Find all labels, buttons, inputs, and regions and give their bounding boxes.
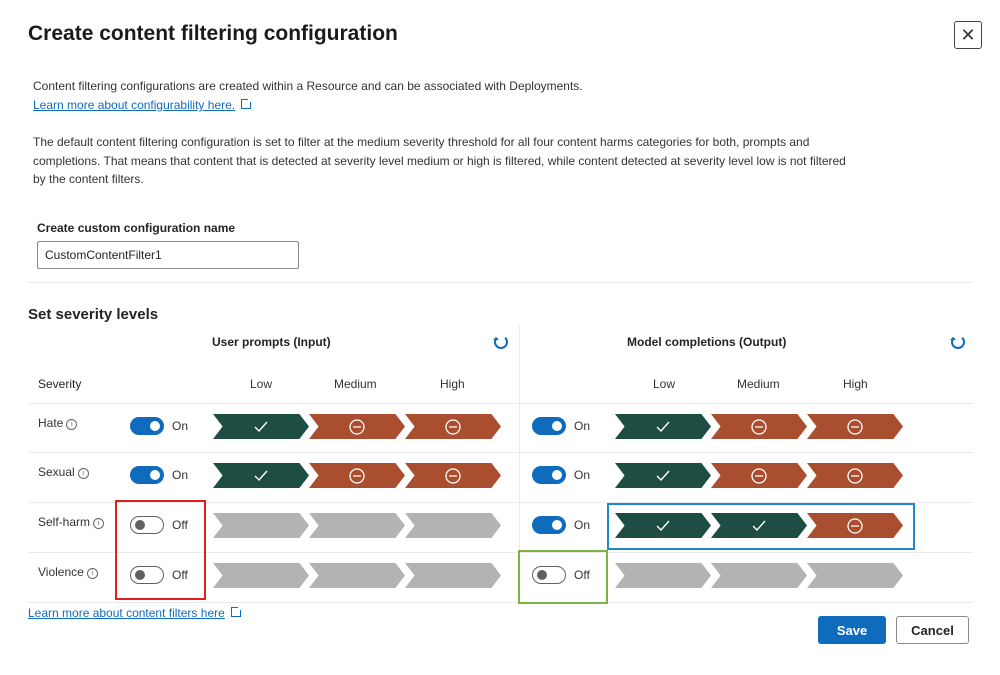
block-icon: [751, 467, 767, 484]
output-medium-threshold[interactable]: [711, 563, 807, 588]
severity-row-label: Violence i: [38, 565, 98, 579]
external-link-icon: [230, 606, 242, 617]
output-toggle[interactable]: On: [532, 417, 590, 435]
save-button[interactable]: Save: [818, 616, 886, 644]
output-level-medium: Medium: [737, 377, 780, 391]
info-icon[interactable]: i: [86, 568, 98, 579]
input-low-threshold[interactable]: [213, 563, 309, 588]
input-high-threshold[interactable]: [405, 563, 501, 588]
row-divider: [28, 452, 973, 453]
intro-text: Content filtering configurations are cre…: [33, 79, 583, 93]
toggle-label: On: [574, 518, 591, 532]
toggle-knob: [552, 520, 562, 530]
block-icon: [847, 418, 863, 435]
toggle-switch[interactable]: [532, 417, 566, 435]
info-icon[interactable]: i: [77, 468, 89, 479]
output-toggle[interactable]: On: [532, 466, 590, 484]
block-icon: [445, 467, 461, 484]
input-level-low: Low: [250, 377, 273, 391]
reset-output-icon[interactable]: [950, 335, 965, 349]
input-medium-threshold[interactable]: [309, 513, 405, 538]
divider: [28, 282, 972, 283]
output-low-threshold[interactable]: [615, 563, 711, 588]
output-low-threshold[interactable]: [615, 463, 711, 488]
input-level-high: High: [440, 377, 465, 391]
reset-input-icon[interactable]: [493, 335, 508, 349]
output-level-low: Low: [653, 377, 676, 391]
output-low-threshold[interactable]: [615, 414, 711, 439]
config-name-label: Create custom configuration name: [37, 221, 236, 235]
configurability-link[interactable]: Learn more about configurability here.: [33, 98, 235, 112]
input-column-header: User prompts (Input): [212, 335, 331, 349]
toggle-switch[interactable]: [532, 466, 566, 484]
output-medium-threshold[interactable]: [711, 463, 807, 488]
toggle-knob: [150, 421, 160, 431]
block-icon: [445, 418, 461, 435]
toggle-switch[interactable]: [130, 417, 164, 435]
toggle-label: On: [172, 419, 189, 433]
input-high-threshold[interactable]: [405, 414, 501, 439]
toggle-knob: [552, 421, 562, 431]
dialog-title: Create content filtering configuration: [28, 22, 398, 45]
category-name: Sexual: [38, 465, 75, 479]
block-icon: [349, 467, 365, 484]
input-medium-threshold[interactable]: [309, 414, 405, 439]
violence-output-highlight: [518, 550, 608, 604]
toggle-label: On: [172, 468, 189, 482]
severity-column-label: Severity: [38, 377, 82, 391]
input-level-medium: Medium: [334, 377, 377, 391]
severity-row-label: Self-harm i: [38, 515, 105, 529]
input-medium-threshold[interactable]: [309, 563, 405, 588]
severity-heading: Set severity levels: [28, 306, 159, 323]
block-icon: [847, 467, 863, 484]
input-low-threshold[interactable]: [213, 513, 309, 538]
toggle-label: On: [574, 419, 591, 433]
close-button[interactable]: ✕: [954, 21, 982, 49]
toggle-switch[interactable]: [532, 516, 566, 534]
row-divider: [28, 602, 973, 603]
description-text: The default content filtering configurat…: [33, 135, 846, 186]
output-toggle[interactable]: On: [532, 516, 590, 534]
config-name-input[interactable]: [37, 241, 299, 269]
severity-row-label: Hate i: [38, 416, 78, 430]
input-high-threshold[interactable]: [405, 463, 501, 488]
output-high-threshold[interactable]: [807, 414, 903, 439]
output-level-high: High: [843, 377, 868, 391]
check-icon: [254, 470, 268, 481]
check-icon: [254, 421, 268, 432]
input-toggle[interactable]: On: [130, 466, 188, 484]
output-high-threshold[interactable]: [807, 463, 903, 488]
input-low-threshold[interactable]: [213, 414, 309, 439]
info-icon[interactable]: i: [66, 419, 78, 430]
output-high-threshold[interactable]: [807, 563, 903, 588]
input-medium-threshold[interactable]: [309, 463, 405, 488]
self-harm-output-highlight: [607, 503, 915, 550]
cancel-button[interactable]: Cancel: [896, 616, 969, 644]
category-name: Violence: [38, 565, 84, 579]
severity-row-label: Sexual i: [38, 465, 89, 479]
category-name: Self-harm: [38, 515, 91, 529]
content-filters-link[interactable]: Learn more about content filters here: [28, 606, 225, 620]
input-off-highlight: [115, 500, 206, 600]
external-link-icon: [241, 98, 253, 109]
toggle-knob: [150, 470, 160, 480]
output-medium-threshold[interactable]: [711, 414, 807, 439]
input-low-threshold[interactable]: [213, 463, 309, 488]
block-icon: [349, 418, 365, 435]
input-high-threshold[interactable]: [405, 513, 501, 538]
close-icon: ✕: [960, 24, 976, 45]
output-column-header: Model completions (Output): [627, 335, 787, 349]
block-icon: [751, 418, 767, 435]
info-icon[interactable]: i: [93, 518, 105, 529]
row-divider: [28, 403, 973, 404]
toggle-switch[interactable]: [130, 466, 164, 484]
input-toggle[interactable]: On: [130, 417, 188, 435]
category-name: Hate: [38, 416, 64, 430]
check-icon: [656, 421, 670, 432]
toggle-label: On: [574, 468, 591, 482]
check-icon: [656, 470, 670, 481]
toggle-knob: [552, 470, 562, 480]
